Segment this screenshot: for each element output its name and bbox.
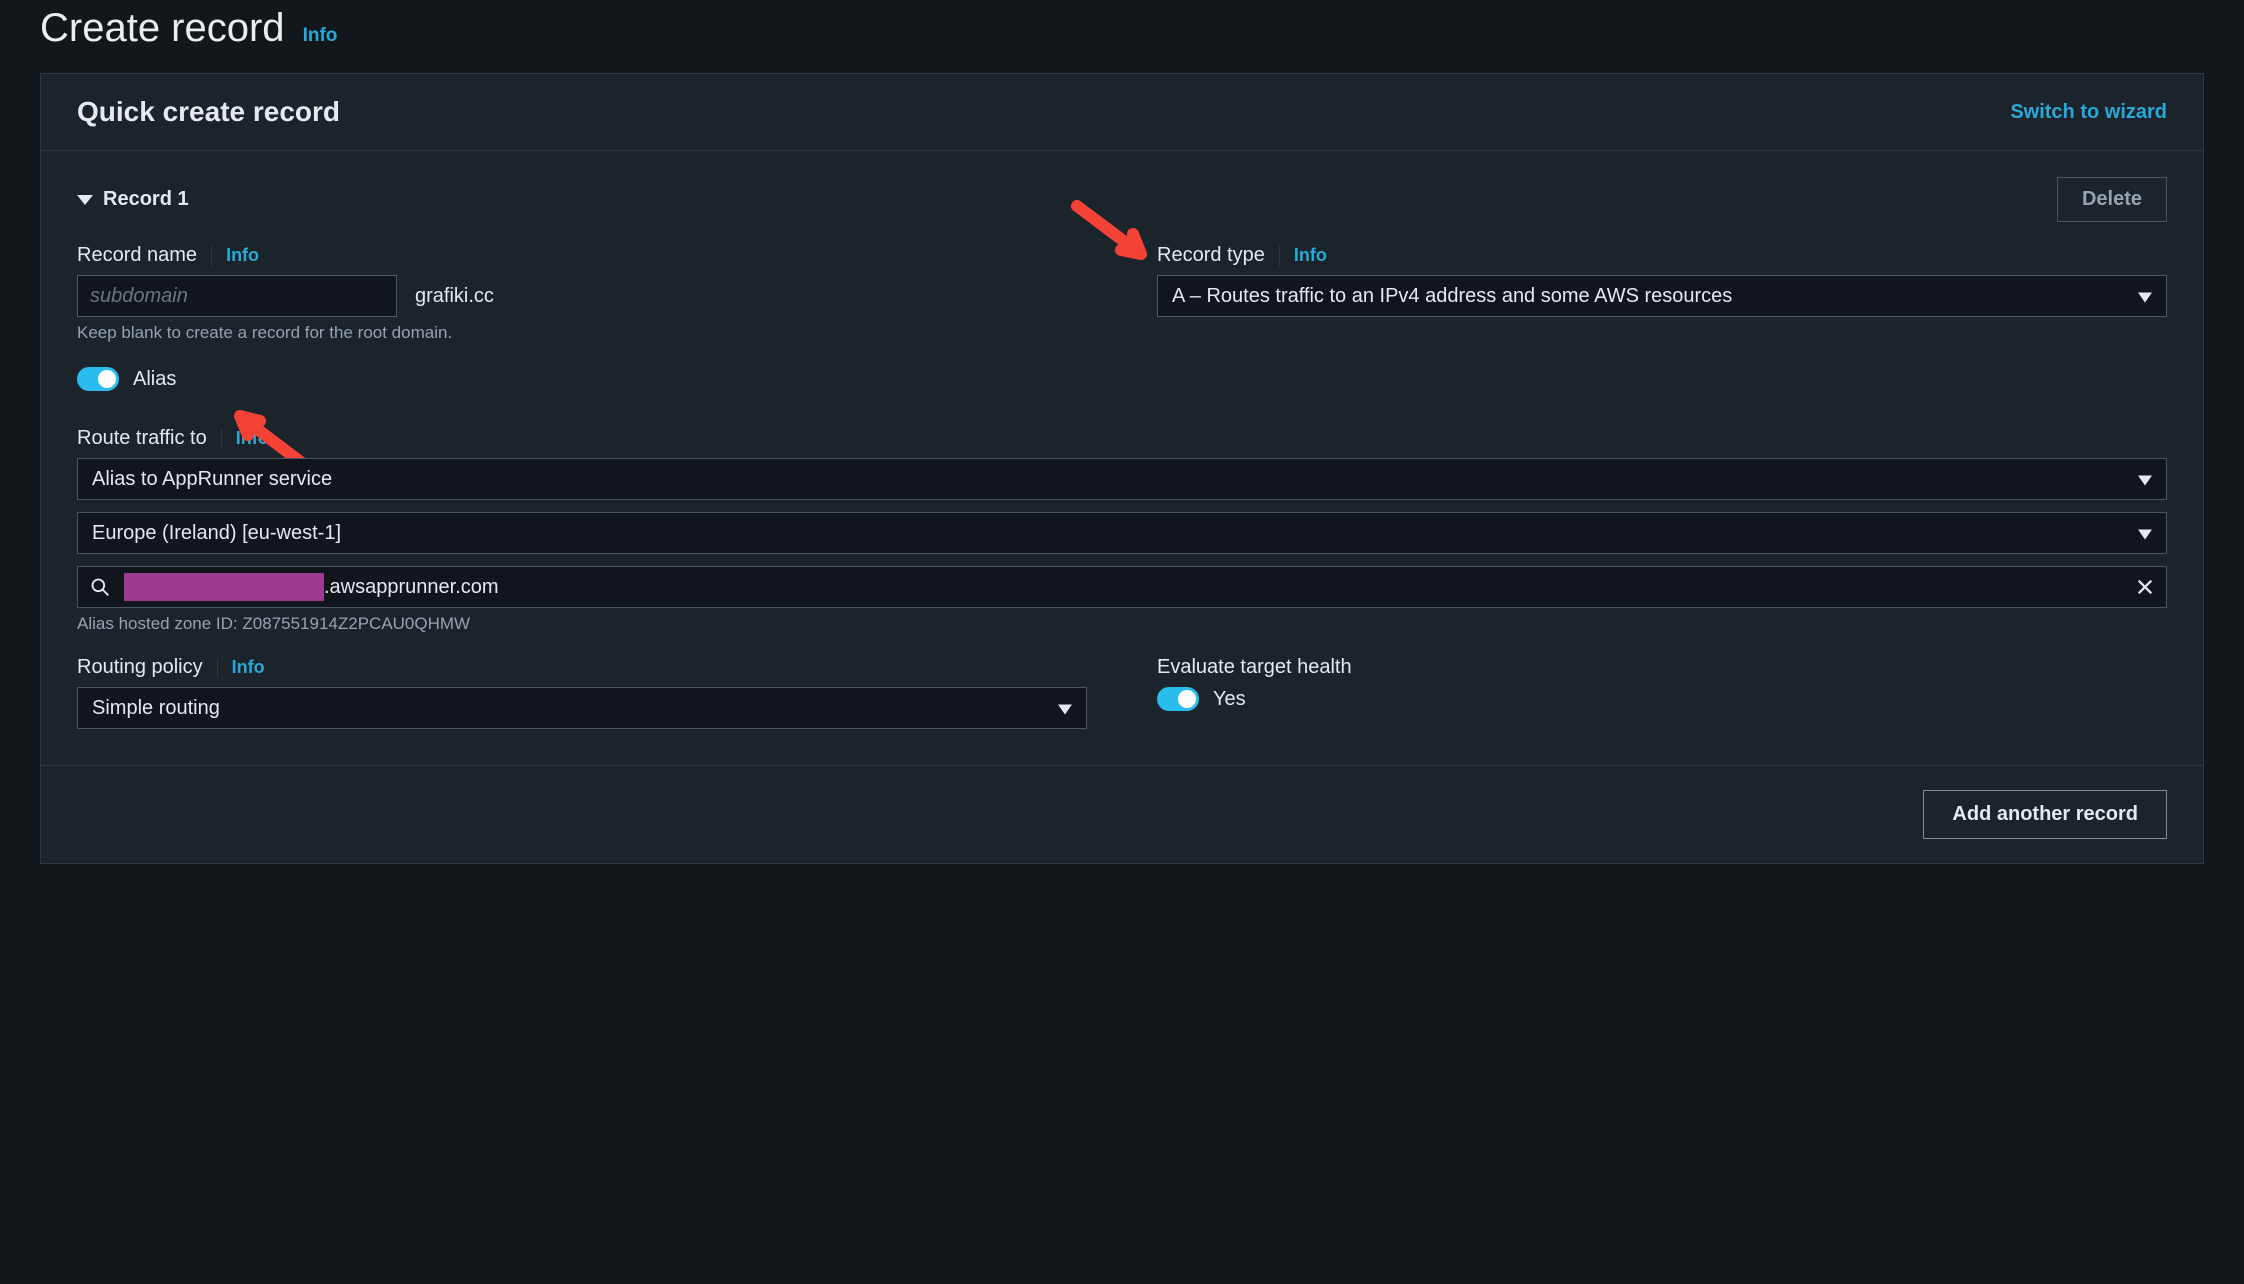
evaluate-health-label: Evaluate target health	[1157, 656, 1352, 679]
page-header: Create record Info	[40, 0, 2204, 73]
redacted-endpoint-prefix	[124, 573, 324, 601]
page-info-link[interactable]: Info	[303, 25, 338, 47]
record-name-info-link[interactable]: Info	[226, 245, 259, 266]
domain-suffix: grafiki.cc	[415, 285, 494, 308]
panel-header: Quick create record Switch to wizard	[41, 74, 2203, 151]
separator	[1279, 246, 1280, 266]
separator	[211, 246, 212, 266]
separator	[221, 429, 222, 449]
record-name-input[interactable]	[77, 275, 397, 317]
clear-icon[interactable]	[2136, 578, 2154, 596]
routing-policy-value: Simple routing	[92, 697, 220, 720]
alias-hosted-zone: Alias hosted zone ID: Z087551914Z2PCAU0Q…	[77, 614, 2167, 634]
alias-label: Alias	[133, 368, 176, 391]
quick-create-panel: Quick create record Switch to wizard Rec…	[40, 73, 2204, 864]
region-select[interactable]: Europe (Ireland) [eu-west-1]	[77, 512, 2167, 554]
alias-toggle[interactable]	[77, 367, 119, 391]
page-title: Create record	[40, 6, 285, 51]
panel-actions: Add another record	[41, 766, 2203, 863]
caret-down-icon	[77, 195, 93, 205]
routing-policy-info-link[interactable]: Info	[232, 657, 265, 678]
routing-policy-select[interactable]: Simple routing	[77, 687, 1087, 729]
panel-title: Quick create record	[77, 96, 340, 128]
record-collapse-toggle[interactable]: Record 1	[77, 188, 189, 211]
endpoint-search-input[interactable]: .awsapprunner.com	[77, 566, 2167, 608]
record-type-info-link[interactable]: Info	[1294, 245, 1327, 266]
routing-policy-label: Routing policy	[77, 656, 203, 679]
evaluate-health-value: Yes	[1213, 688, 1246, 711]
record-name-hint: Keep blank to create a record for the ro…	[77, 323, 1087, 343]
delete-button[interactable]: Delete	[2057, 177, 2167, 222]
evaluate-health-toggle[interactable]	[1157, 687, 1199, 711]
record-title-text: Record 1	[103, 188, 189, 211]
record-block: Record 1 Delete Record name Info grafiki…	[41, 151, 2203, 766]
add-another-record-button[interactable]: Add another record	[1923, 790, 2167, 839]
record-type-value: A – Routes traffic to an IPv4 address an…	[1172, 285, 1732, 308]
record-type-label: Record type	[1157, 244, 1265, 267]
record-type-select[interactable]: A – Routes traffic to an IPv4 address an…	[1157, 275, 2167, 317]
route-traffic-info-link[interactable]: Info	[236, 428, 269, 449]
switch-to-wizard-link[interactable]: Switch to wizard	[2010, 101, 2167, 124]
alias-target-type-value: Alias to AppRunner service	[92, 468, 332, 491]
search-icon	[90, 577, 110, 597]
record-name-label: Record name	[77, 244, 197, 267]
route-traffic-label: Route traffic to	[77, 427, 207, 450]
region-value: Europe (Ireland) [eu-west-1]	[92, 522, 341, 545]
separator	[217, 658, 218, 678]
alias-target-type-select[interactable]: Alias to AppRunner service	[77, 458, 2167, 500]
endpoint-suffix: .awsapprunner.com	[324, 576, 499, 599]
